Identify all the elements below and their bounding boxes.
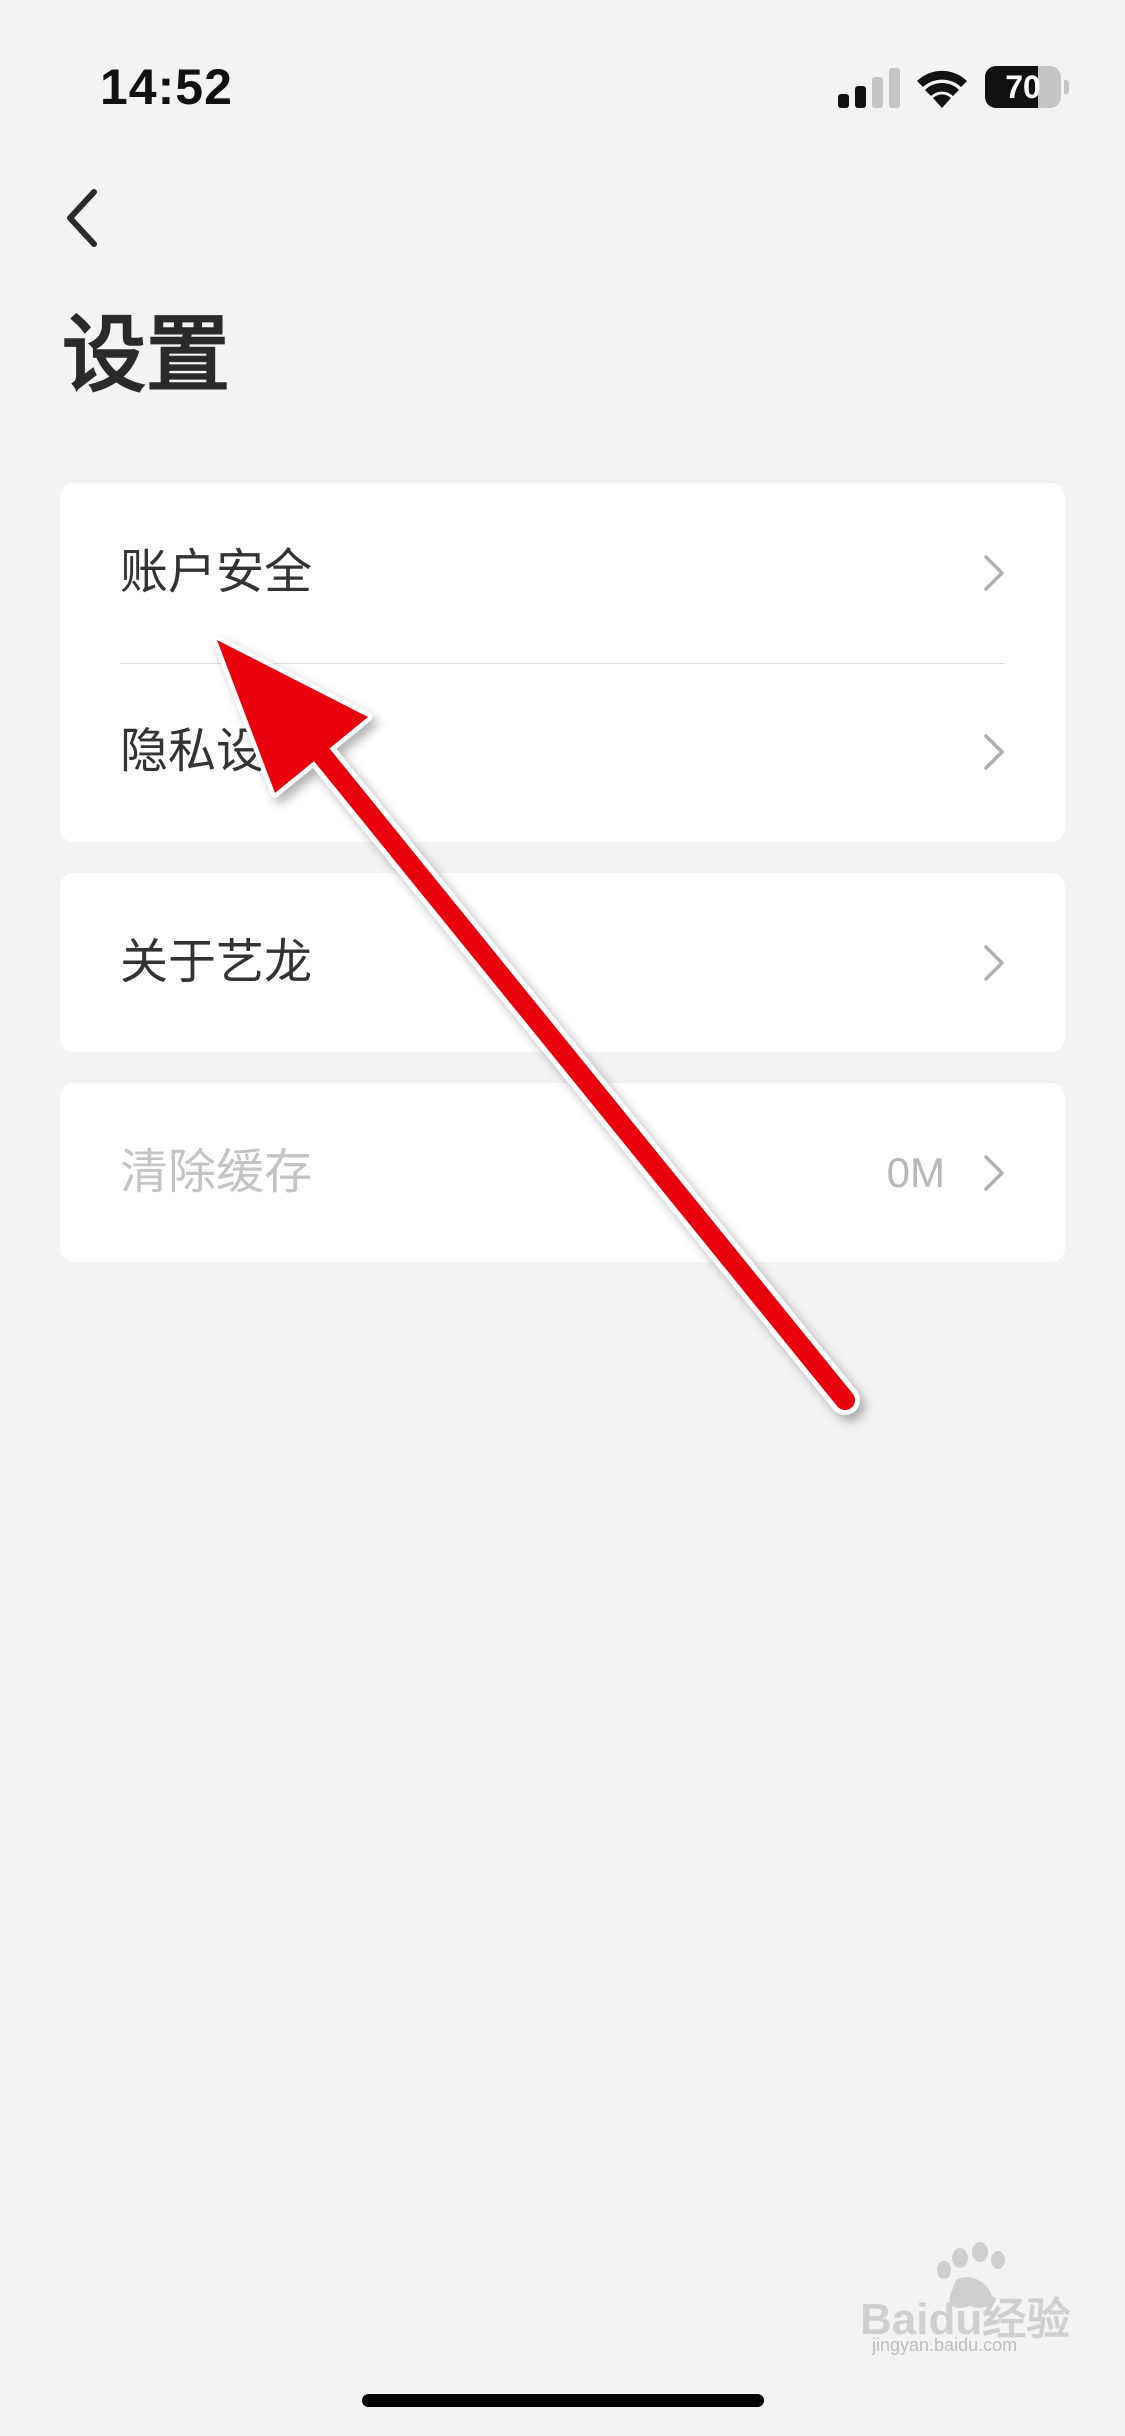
settings-item-label: 隐私设置 bbox=[120, 723, 313, 779]
status-time: 14:52 bbox=[100, 59, 233, 115]
chevron-left-icon bbox=[67, 189, 97, 247]
cache-size-value: 0M bbox=[886, 1149, 945, 1196]
battery-icon: 70 bbox=[985, 66, 1069, 108]
settings-item-clear-cache[interactable]: 清除缓存 0M bbox=[60, 1083, 1065, 1262]
wifi-icon bbox=[917, 70, 967, 108]
chevron-right-icon bbox=[984, 734, 1004, 770]
settings-item-label: 账户安全 bbox=[120, 544, 313, 600]
signal-icon bbox=[838, 68, 900, 108]
chevron-right-icon bbox=[984, 555, 1004, 591]
settings-group-about: 关于艺龙 bbox=[60, 873, 1065, 1052]
back-button[interactable] bbox=[50, 178, 120, 258]
settings-item-account-security[interactable]: 账户安全 bbox=[60, 483, 1065, 662]
baidu-watermark-logo: Baidu经验 bbox=[860, 2242, 1070, 2344]
watermark-subtext: jingyan.baidu.com bbox=[872, 2335, 1018, 2355]
settings-item-about[interactable]: 关于艺龙 bbox=[60, 873, 1065, 1052]
settings-group-cache: 清除缓存 0M bbox=[60, 1083, 1065, 1262]
settings-group-account: 账户安全 隐私设置 bbox=[60, 483, 1065, 842]
settings-item-label: 关于艺龙 bbox=[120, 934, 313, 990]
home-indicator bbox=[362, 2394, 764, 2407]
settings-item-privacy[interactable]: 隐私设置 bbox=[60, 662, 1065, 841]
chevron-right-icon bbox=[984, 945, 1004, 981]
status-bar: 14:52 70 bbox=[0, 0, 1125, 150]
battery-percentage: 70 bbox=[1005, 69, 1041, 105]
settings-item-label: 清除缓存 bbox=[120, 1144, 313, 1200]
page-title: 设置 bbox=[62, 306, 231, 404]
chevron-right-icon bbox=[984, 1155, 1004, 1191]
